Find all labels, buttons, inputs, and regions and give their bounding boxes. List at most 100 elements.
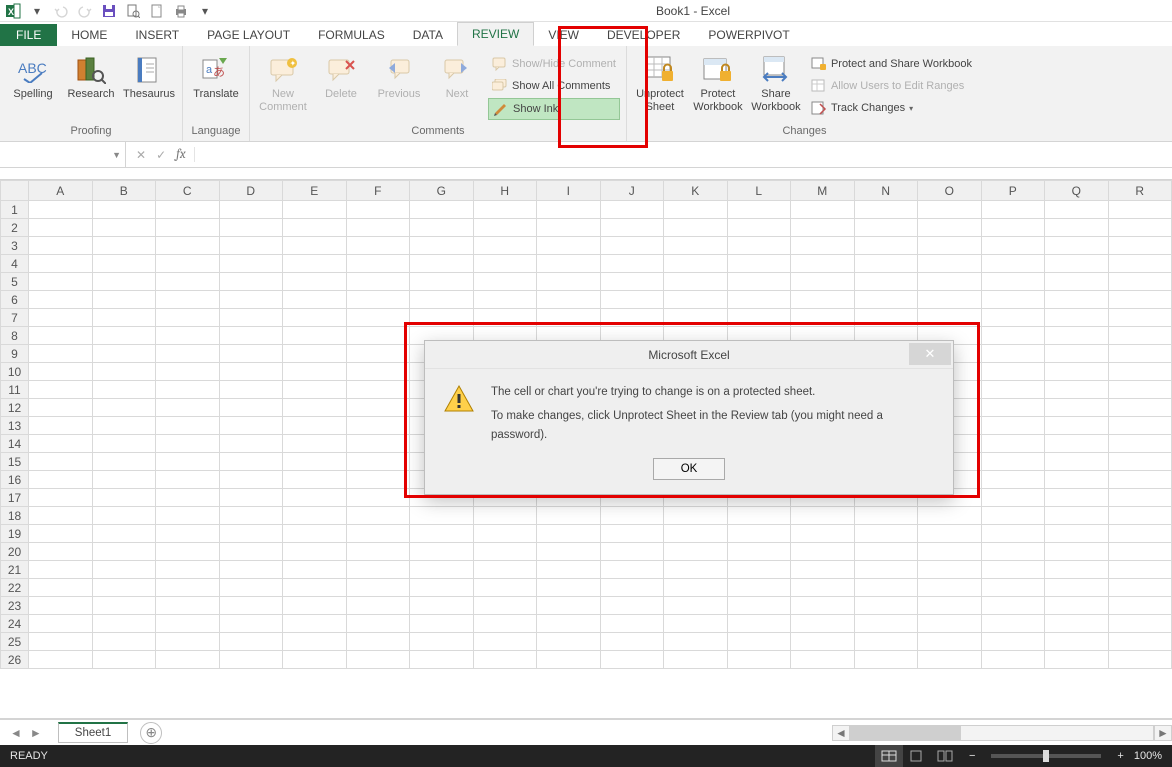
cell[interactable] (473, 597, 537, 615)
cell[interactable] (473, 255, 537, 273)
cell[interactable] (854, 543, 918, 561)
cell[interactable] (29, 237, 93, 255)
cell[interactable] (473, 219, 537, 237)
cell[interactable] (1045, 399, 1109, 417)
cell[interactable] (219, 345, 283, 363)
cell[interactable] (1045, 453, 1109, 471)
cell[interactable] (727, 615, 791, 633)
row-header[interactable]: 5 (1, 273, 29, 291)
row-header[interactable]: 2 (1, 219, 29, 237)
cell[interactable] (600, 201, 664, 219)
cell[interactable] (854, 651, 918, 669)
new-document-icon[interactable] (148, 2, 166, 20)
cell[interactable] (219, 327, 283, 345)
cell[interactable] (410, 561, 474, 579)
cell[interactable] (346, 471, 410, 489)
cell[interactable] (473, 615, 537, 633)
cell[interactable] (727, 507, 791, 525)
tab-powerpivot[interactable]: POWERPIVOT (694, 24, 803, 46)
column-header[interactable]: A (29, 181, 93, 201)
cell[interactable] (918, 615, 982, 633)
cell[interactable] (854, 273, 918, 291)
row-header[interactable]: 23 (1, 597, 29, 615)
column-header[interactable]: F (346, 181, 410, 201)
column-header[interactable]: P (981, 181, 1045, 201)
scroll-track[interactable] (850, 725, 1154, 741)
translate-button[interactable]: aあ Translate (189, 52, 243, 101)
cell[interactable] (29, 219, 93, 237)
cell[interactable] (854, 201, 918, 219)
cell[interactable] (537, 561, 601, 579)
cell[interactable] (346, 525, 410, 543)
cell[interactable] (346, 363, 410, 381)
cell[interactable] (346, 507, 410, 525)
cell[interactable] (346, 291, 410, 309)
zoom-slider[interactable] (991, 754, 1101, 758)
cell[interactable] (410, 219, 474, 237)
cell[interactable] (156, 255, 220, 273)
redo-icon[interactable] (76, 2, 94, 20)
track-changes-button[interactable]: Track Changes ▾ (807, 98, 976, 118)
cell[interactable] (92, 237, 156, 255)
cell[interactable] (791, 597, 855, 615)
cell[interactable] (537, 291, 601, 309)
name-box-dropdown-icon[interactable]: ▼ (112, 150, 121, 160)
cell[interactable] (346, 219, 410, 237)
cell[interactable] (283, 291, 347, 309)
cell[interactable] (410, 633, 474, 651)
cell[interactable] (92, 525, 156, 543)
cell[interactable] (92, 615, 156, 633)
cell[interactable] (156, 615, 220, 633)
cell[interactable] (92, 651, 156, 669)
cell[interactable] (727, 525, 791, 543)
cell[interactable] (92, 453, 156, 471)
cell[interactable] (1108, 399, 1172, 417)
cell[interactable] (156, 201, 220, 219)
cell[interactable] (29, 435, 93, 453)
cell[interactable] (1045, 507, 1109, 525)
cell[interactable] (537, 309, 601, 327)
cell[interactable] (854, 615, 918, 633)
row-header[interactable]: 10 (1, 363, 29, 381)
cell[interactable] (156, 345, 220, 363)
cell[interactable] (283, 345, 347, 363)
cell[interactable] (283, 471, 347, 489)
protect-workbook-button[interactable]: Protect Workbook (691, 52, 745, 113)
save-icon[interactable] (100, 2, 118, 20)
cell[interactable] (156, 507, 220, 525)
cell[interactable] (854, 561, 918, 579)
cell[interactable] (1045, 309, 1109, 327)
cell[interactable] (92, 417, 156, 435)
cell[interactable] (727, 201, 791, 219)
share-workbook-button[interactable]: Share Workbook (749, 52, 803, 113)
cell[interactable] (1045, 363, 1109, 381)
cell[interactable] (791, 507, 855, 525)
row-header[interactable]: 17 (1, 489, 29, 507)
cell[interactable] (156, 471, 220, 489)
cell[interactable] (473, 543, 537, 561)
cell[interactable] (791, 201, 855, 219)
cell[interactable] (664, 543, 728, 561)
cell[interactable] (410, 543, 474, 561)
cell[interactable] (219, 633, 283, 651)
row-header[interactable]: 9 (1, 345, 29, 363)
qat-dropdown-icon[interactable]: ▾ (28, 2, 46, 20)
column-header[interactable]: J (600, 181, 664, 201)
cell[interactable] (727, 219, 791, 237)
cell[interactable] (410, 291, 474, 309)
cell[interactable] (29, 453, 93, 471)
cell[interactable] (1108, 579, 1172, 597)
cell[interactable] (918, 273, 982, 291)
cell[interactable] (791, 543, 855, 561)
cell[interactable] (981, 597, 1045, 615)
research-button[interactable]: Research (64, 52, 118, 101)
cell[interactable] (600, 543, 664, 561)
cell[interactable] (1045, 273, 1109, 291)
cell[interactable] (664, 291, 728, 309)
cell[interactable] (219, 363, 283, 381)
cell[interactable] (92, 291, 156, 309)
cell[interactable] (727, 237, 791, 255)
cell[interactable] (410, 201, 474, 219)
cell[interactable] (918, 633, 982, 651)
unprotect-sheet-button[interactable]: Unprotect Sheet (633, 52, 687, 113)
